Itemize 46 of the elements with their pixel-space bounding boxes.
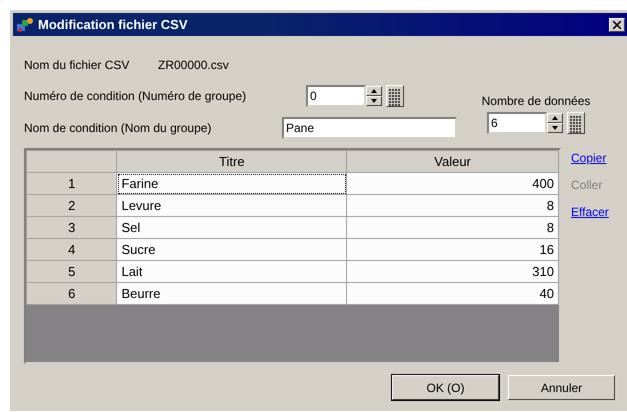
action-link[interactable]: Copier bbox=[571, 149, 609, 167]
table-cell[interactable]: Sel bbox=[116, 216, 347, 238]
window-title: Modification fichier CSV bbox=[38, 16, 188, 34]
row-number: 4 bbox=[26, 238, 117, 260]
action-link[interactable]: Effacer bbox=[571, 203, 609, 221]
ok-button[interactable]: OK (O) bbox=[392, 375, 499, 400]
spin-down-button[interactable] bbox=[366, 96, 382, 106]
table-cell[interactable]: 400 bbox=[346, 172, 558, 194]
field-label: Nom de condition (Nom du groupe) bbox=[24, 120, 212, 137]
app-icon bbox=[16, 16, 34, 32]
table-cell[interactable]: 310 bbox=[346, 260, 558, 282]
spin-up-button[interactable] bbox=[366, 86, 382, 96]
row-number: 5 bbox=[26, 260, 117, 282]
file-name: ZR00000.csv bbox=[158, 57, 229, 74]
field-label: Nom du fichier CSV bbox=[24, 57, 130, 74]
field-label: Numéro de condition (Numéro de groupe) bbox=[24, 88, 248, 105]
column-header: Valeur bbox=[346, 150, 558, 172]
column-header: Titre bbox=[116, 150, 347, 172]
data-count-field[interactable]: 6 bbox=[487, 112, 547, 134]
condition-number-field[interactable]: 0 bbox=[306, 85, 366, 107]
condition-name-field[interactable]: Pane bbox=[282, 117, 457, 139]
close-button[interactable] bbox=[609, 18, 625, 32]
close-icon bbox=[613, 20, 621, 28]
table-cell[interactable]: Levure bbox=[116, 194, 347, 216]
spin-up-button[interactable] bbox=[547, 113, 563, 123]
spin-down-button[interactable] bbox=[547, 123, 563, 133]
up-arrow-icon bbox=[371, 89, 377, 93]
table-cell[interactable]: Beurre bbox=[116, 282, 347, 304]
row-number: 2 bbox=[26, 194, 117, 216]
up-arrow-icon bbox=[552, 116, 558, 120]
keypad-icon[interactable] bbox=[386, 85, 404, 107]
down-arrow-icon bbox=[371, 99, 377, 103]
row-number: 1 bbox=[26, 172, 117, 194]
down-arrow-icon bbox=[552, 126, 558, 130]
field-label: Nombre de données bbox=[482, 93, 590, 110]
table-cell[interactable]: Sucre bbox=[116, 238, 347, 260]
table-cell[interactable]: Lait bbox=[116, 260, 347, 282]
table-cell[interactable]: Farine bbox=[116, 172, 347, 194]
table-cell[interactable]: 40 bbox=[346, 282, 558, 304]
keypad-icon[interactable] bbox=[567, 112, 585, 134]
table-cell[interactable]: 8 bbox=[346, 194, 558, 216]
row-number: 3 bbox=[26, 216, 117, 238]
table-cell[interactable]: 16 bbox=[346, 238, 558, 260]
row-number: 6 bbox=[26, 282, 117, 304]
table-cell[interactable]: 8 bbox=[346, 216, 558, 238]
cancel-button[interactable]: Annuler bbox=[508, 375, 615, 400]
